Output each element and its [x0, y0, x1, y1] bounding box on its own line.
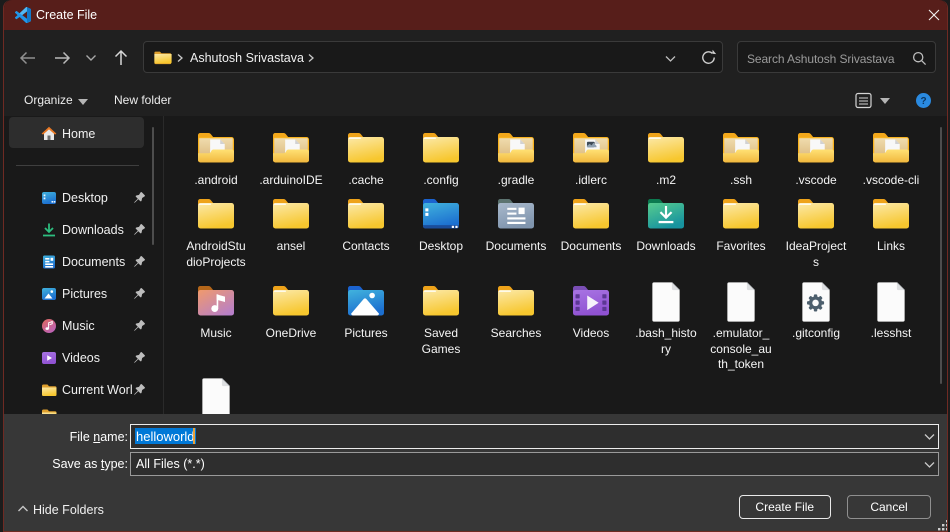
svg-text:?: ? — [920, 96, 926, 107]
